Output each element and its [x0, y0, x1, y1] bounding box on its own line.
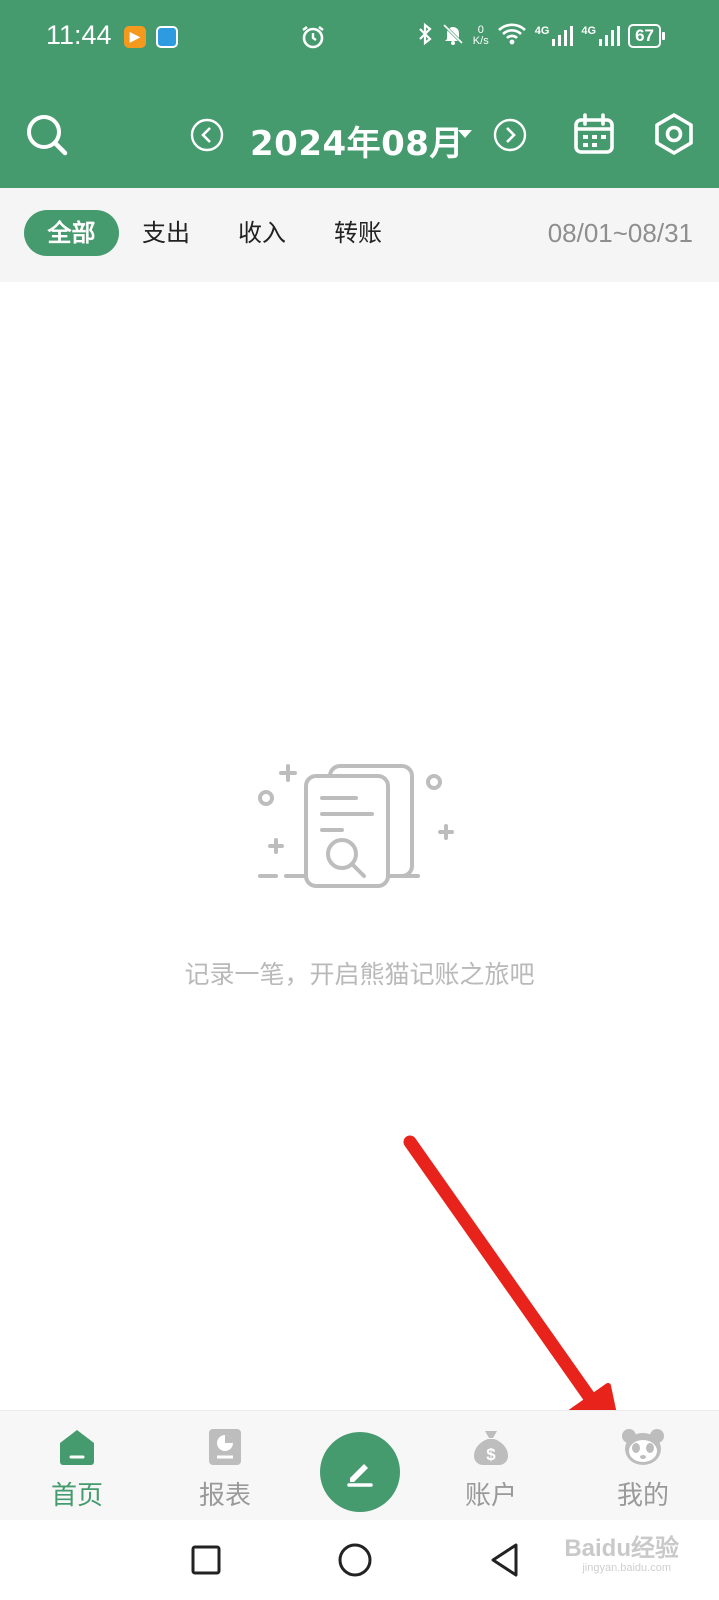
app-header: 11:44 ▶ 0 K/s 4G 4G 67 2024年08月 [0, 0, 719, 188]
top-toolbar: 2024年08月 [0, 96, 719, 174]
nav-tab-reports[interactable]: 报表 [170, 1411, 280, 1521]
signal-2-label: 4G [581, 24, 597, 37]
dropdown-caret-icon[interactable] [458, 130, 472, 138]
alarm-icon [300, 24, 326, 54]
filter-tab-transfer[interactable]: 转账 [334, 210, 382, 256]
nav-tab-mine[interactable]: 我的 [588, 1411, 698, 1521]
panda-icon [621, 1427, 665, 1471]
nav-label-home: 首页 [50, 1481, 103, 1511]
signal-bars-icon [552, 25, 574, 46]
filter-tab-expense[interactable]: 支出 [142, 210, 190, 256]
signal-1: 4G [535, 25, 574, 47]
triangle-back-icon [491, 1543, 518, 1577]
settings-button[interactable] [650, 110, 698, 158]
search-button[interactable] [22, 110, 72, 160]
nav-label-accounts: 账户 [464, 1481, 517, 1511]
browser-app-icon [156, 26, 178, 48]
pencil-icon [347, 1464, 373, 1487]
date-range: 08/01~08/31 [547, 218, 693, 248]
video-app-icon: ▶ [124, 26, 146, 48]
report-icon [205, 1427, 245, 1471]
net-speed-unit: K/s [472, 34, 489, 47]
watermark-url: jingyan.baidu.com [582, 1562, 671, 1574]
nav-label-mine: 我的 [616, 1481, 669, 1511]
prev-month-button[interactable] [190, 118, 224, 152]
status-bar: 11:44 ▶ 0 K/s 4G 4G 67 [0, 0, 719, 75]
calendar-icon [574, 113, 614, 154]
home-icon [57, 1427, 97, 1471]
search-icon [27, 115, 68, 156]
status-time: 11:44 [46, 20, 112, 50]
month-selector[interactable]: 2024年08月 [250, 116, 464, 165]
circle-icon [338, 1543, 372, 1577]
money-bag-icon: $ [471, 1427, 511, 1471]
add-record-button[interactable] [320, 1432, 400, 1512]
wifi-icon [497, 22, 527, 49]
mute-bell-icon [441, 22, 465, 49]
filter-tab-income[interactable]: 收入 [238, 210, 286, 256]
recents-button[interactable] [190, 1544, 222, 1580]
signal-bars-icon [599, 25, 621, 46]
document-search-icon [258, 764, 454, 888]
signal-2: 4G [581, 24, 621, 47]
watermark-logo: Baidu经验 [564, 1535, 679, 1562]
nav-tab-home[interactable]: 首页 [22, 1411, 132, 1521]
square-icon [191, 1545, 221, 1575]
bluetooth-icon [417, 22, 433, 49]
chevron-right-circle-icon [493, 118, 527, 152]
status-icons: 0 K/s 4G 4G 67 [417, 22, 665, 49]
signal-1-label: 4G [534, 24, 550, 37]
battery-indicator: 67 [628, 23, 665, 48]
nav-tab-accounts[interactable]: $ 账户 [436, 1411, 546, 1521]
back-button[interactable] [488, 1542, 522, 1582]
nav-label-reports: 报表 [198, 1481, 251, 1511]
chevron-left-circle-icon [190, 118, 224, 152]
empty-state-message: 记录一笔，开启熊猫记账之旅吧 [184, 960, 535, 989]
svg-text:$: $ [486, 1445, 496, 1464]
net-speed: 0 K/s [472, 24, 489, 47]
empty-state-illustration [250, 760, 470, 904]
calendar-button[interactable] [570, 110, 618, 158]
filter-bar: 全部 支出 收入 转账 08/01~08/31 [0, 188, 719, 282]
next-month-button[interactable] [493, 118, 527, 152]
settings-hexagon-icon [655, 113, 693, 155]
home-button[interactable] [337, 1542, 373, 1582]
filter-tab-all[interactable]: 全部 [24, 210, 119, 256]
